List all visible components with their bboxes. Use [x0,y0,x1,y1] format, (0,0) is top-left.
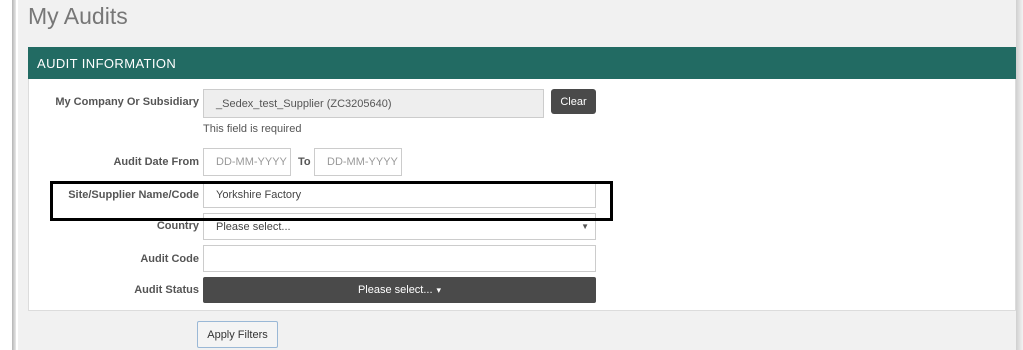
company-required-help: This field is required [203,123,302,135]
audit-date-to-label: To [298,156,311,168]
my-audits-page: My Audits AUDIT INFORMATION My Company O… [18,0,1016,350]
company-label: My Company Or Subsidiary [55,96,199,108]
highlight-annotation-box [50,181,613,221]
clear-button[interactable]: Clear [551,89,596,114]
audit-code-input[interactable] [203,245,596,272]
company-field[interactable]: _Sedex_test_Supplier (ZC3205640) [203,89,544,118]
audit-date-to-input[interactable]: DD-MM-YYYY [314,148,402,176]
audit-status-dropdown[interactable]: Please select... ▾ [203,277,596,303]
caret-down-icon: ▾ [436,284,442,295]
audit-date-from-label: Audit Date From [113,156,199,168]
chevron-down-icon: ▼ [581,222,589,231]
country-label: Country [156,220,199,232]
page-title: My Audits [28,3,128,29]
apply-filters-button[interactable]: Apply Filters [197,321,278,348]
panel-header: AUDIT INFORMATION [28,47,1016,79]
audit-status-selected-value: Please select... [357,284,433,296]
audit-status-label: Audit Status [134,284,199,296]
country-selected-value: Please select... [216,220,291,233]
window-frame-right [1016,0,1023,350]
window-frame-left [12,0,16,350]
audit-code-label: Audit Code [140,253,199,265]
audit-date-from-input[interactable]: DD-MM-YYYY [203,148,291,176]
